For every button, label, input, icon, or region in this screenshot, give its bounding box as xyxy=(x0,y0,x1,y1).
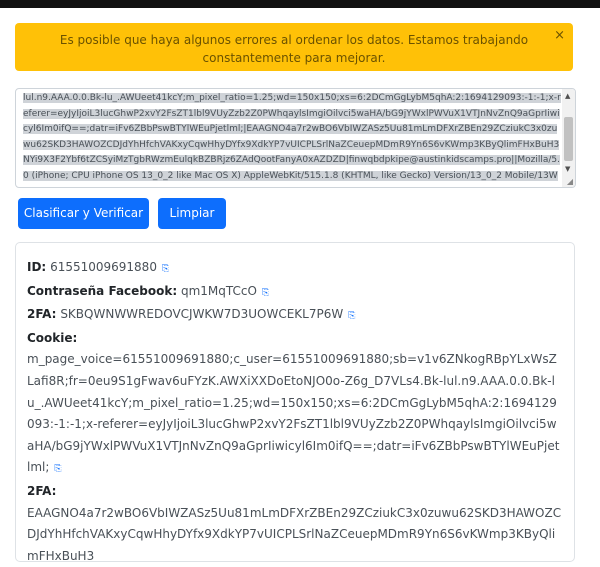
token-row: 2FA: xyxy=(27,481,562,503)
copy-icon[interactable]: ⎘ xyxy=(262,283,269,305)
cookie-label: Cookie: xyxy=(27,330,78,345)
copy-icon[interactable]: ⎘ xyxy=(162,259,169,281)
top-bar xyxy=(0,0,600,8)
resize-handle-icon[interactable]: ◢ xyxy=(567,177,573,186)
result-body: ID: 61551009691880 ⎘ Contraseña Facebook:… xyxy=(27,257,562,567)
password-value: qm1MqTCcO xyxy=(180,283,257,298)
cookie-value: m_page_voice=61551009691880;c_user=61551… xyxy=(27,352,560,475)
cookie-value-row: m_page_voice=61551009691880;c_user=61551… xyxy=(27,349,562,481)
twofa-label: 2FA: xyxy=(27,307,57,322)
warning-alert: Es posible que haya algunos errores al o… xyxy=(15,23,573,71)
textarea-value: lul.n9.AAA.0.0.Bk-lu_.AWUeet41kcY;m_pixe… xyxy=(23,91,563,187)
cookie-row: Cookie: xyxy=(27,328,562,350)
scroll-down-icon[interactable]: ▼ xyxy=(565,165,570,173)
result-card: ID: 61551009691880 ⎘ Contraseña Facebook:… xyxy=(15,242,575,563)
textarea-scrollbar[interactable]: ▲ ▼ xyxy=(562,89,575,187)
close-icon[interactable]: × xyxy=(554,27,565,45)
id-value: 61551009691880 xyxy=(50,260,157,274)
alert-message: Es posible que haya algunos errores al o… xyxy=(59,33,529,65)
copy-icon[interactable]: ⎘ xyxy=(348,306,355,328)
copy-icon[interactable]: ⎘ xyxy=(54,459,61,481)
password-row: Contraseña Facebook: qm1MqTCcO ⎘ xyxy=(27,281,562,305)
id-label: ID: xyxy=(27,260,47,274)
token-label: 2FA: xyxy=(27,483,57,498)
twofa-row: 2FA: SKBQWNWWREDOVCJWKW7D3UOWCEKL7P6W ⎘ xyxy=(27,304,562,328)
token-value-row: EAAGNO4a7r2wBO6VbIWZASz5Uu81mLmDFXrZBEn2… xyxy=(27,503,562,567)
token-value: EAAGNO4a7r2wBO6VbIWZASz5Uu81mLmDFXrZBEn2… xyxy=(27,505,562,563)
classify-verify-button[interactable]: Clasificar y Verificar xyxy=(18,198,149,229)
scrollbar-thumb[interactable] xyxy=(564,117,573,161)
scroll-up-icon[interactable]: ▲ xyxy=(565,92,570,100)
twofa-value: SKBQWNWWREDOVCJWKW7D3UOWCEKL7P6W xyxy=(60,307,344,322)
id-row: ID: 61551009691880 ⎘ xyxy=(27,257,562,281)
clean-button[interactable]: Limpiar xyxy=(158,198,226,229)
password-label: Contraseña Facebook: xyxy=(27,283,178,298)
data-textarea[interactable]: lul.n9.AAA.0.0.Bk-lu_.AWUeet41kcY;m_pixe… xyxy=(15,88,576,188)
